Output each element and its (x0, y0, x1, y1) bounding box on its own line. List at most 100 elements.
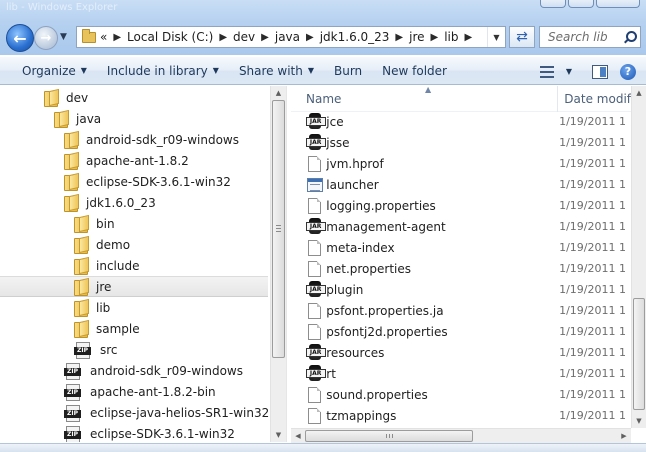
jar-icon (305, 365, 326, 382)
search-box[interactable] (539, 26, 641, 48)
address-bar[interactable]: « ▶ Local Disk (C:) ▶ dev ▶ java ▶ jdk1.… (76, 26, 506, 48)
tree-item[interactable]: jdk1.6.0_23 (0, 192, 268, 213)
file-date: 1/19/2011 1 (559, 262, 626, 275)
scroll-down-arrow-icon[interactable]: ▼ (271, 428, 286, 442)
tree-item[interactable]: apache-ant-1.8.2 (0, 150, 268, 171)
file-row[interactable]: meta-index 1/19/2011 1 (291, 237, 626, 258)
file-row[interactable]: jce 1/19/2011 1 (291, 111, 626, 132)
tree-item[interactable]: bin (0, 213, 268, 234)
column-name-header[interactable]: ▲ Name (291, 86, 557, 112)
file-date: 1/19/2011 1 (559, 304, 626, 317)
tree-item[interactable]: demo (0, 234, 268, 255)
recent-pages-button[interactable]: ▼ (60, 32, 67, 42)
tree-item[interactable]: eclipse-SDK-3.6.1-win32 (0, 423, 268, 442)
folder-icon (82, 28, 96, 43)
share-with-button[interactable]: Share with ▼ (229, 59, 324, 83)
doc-icon (308, 155, 322, 172)
tree-item[interactable]: eclipse-java-helios-SR1-win32 (0, 402, 269, 423)
file-date: 1/19/2011 1 (559, 199, 626, 212)
change-view-button[interactable]: ▼ (536, 60, 576, 84)
scroll-up-arrow-icon[interactable]: ▲ (632, 86, 646, 100)
breadcrumb-lib[interactable]: lib (444, 30, 458, 44)
breadcrumb-java[interactable]: java (275, 30, 300, 44)
preview-pane-icon[interactable] (592, 64, 608, 79)
file-row[interactable]: management-agent 1/19/2011 1 (291, 216, 626, 237)
file-row[interactable]: rt 1/19/2011 1 (291, 363, 626, 384)
file-row[interactable]: psfont.properties.ja 1/19/2011 1 (291, 300, 626, 321)
chevron-right-icon[interactable]: ▶ (306, 32, 314, 43)
tree-item[interactable]: eclipse-SDK-3.6.1-win32 (0, 171, 268, 192)
help-icon[interactable]: ? (620, 63, 636, 80)
file-date: 1/19/2011 1 (559, 115, 626, 128)
new-folder-button[interactable]: New folder (372, 59, 457, 83)
refresh-button[interactable]: ⇄ (509, 26, 535, 48)
file-row[interactable]: resources 1/19/2011 1 (291, 342, 626, 363)
file-row[interactable]: logging.properties 1/19/2011 1 (291, 195, 626, 216)
tree-item[interactable]: src (0, 339, 268, 360)
breadcrumb-jre[interactable]: jre (409, 30, 424, 44)
maximize-button[interactable] (568, 0, 594, 8)
forward-button[interactable]: → (34, 26, 58, 50)
file-icon-cell (291, 323, 326, 340)
file-date: 1/19/2011 1 (559, 157, 626, 170)
navigation-scrollbar[interactable]: ▲ ▼ (270, 86, 286, 442)
tree-item[interactable]: jre (0, 276, 268, 297)
file-row[interactable]: jvm.hprof 1/19/2011 1 (291, 153, 626, 174)
tree-item-label: include (96, 258, 140, 273)
breadcrumb-dev[interactable]: dev (233, 30, 255, 44)
folder-icon (74, 321, 88, 338)
chevron-right-icon: ▶ (113, 31, 122, 43)
scroll-left-arrow-icon[interactable]: ◀ (291, 429, 305, 443)
pane-splitter[interactable] (286, 86, 290, 442)
search-input[interactable] (548, 30, 624, 44)
organize-button[interactable]: Organize ▼ (12, 59, 97, 83)
tree-item[interactable]: android-sdk_r09-windows (0, 360, 268, 381)
scroll-down-arrow-icon[interactable]: ▼ (632, 414, 646, 428)
breadcrumb-jdk[interactable]: jdk1.6.0_23 (320, 30, 390, 44)
file-row[interactable]: net.properties 1/19/2011 1 (291, 258, 626, 279)
chevron-right-icon[interactable]: ▶ (261, 32, 269, 43)
tree-item[interactable]: include (0, 255, 268, 276)
search-icon[interactable] (624, 31, 637, 43)
chevron-right-icon[interactable]: ▶ (219, 32, 227, 43)
chevron-down-icon: ▼ (565, 67, 572, 76)
file-row[interactable]: jsse 1/19/2011 1 (291, 132, 626, 153)
column-date-header[interactable]: Date modif (557, 86, 631, 112)
file-row[interactable]: psfontj2d.properties 1/19/2011 1 (291, 321, 626, 342)
tree-item[interactable]: lib (0, 297, 268, 318)
minimize-button[interactable] (540, 0, 566, 8)
scroll-thumb[interactable] (305, 430, 473, 442)
address-dropdown-button[interactable]: ▼ (487, 27, 505, 47)
folder-icon (74, 258, 88, 275)
tree-item[interactable]: sample (0, 318, 268, 339)
file-list-horizontal-scrollbar[interactable]: ◀ ▶ (291, 428, 631, 443)
tree-item-label: demo (96, 237, 131, 252)
tree-item-label: dev (66, 90, 89, 105)
folder-icon (64, 174, 78, 191)
file-row[interactable]: launcher 1/19/2011 1 (291, 174, 626, 195)
address-overflow[interactable]: « (100, 30, 107, 44)
burn-button[interactable]: Burn (324, 59, 372, 83)
chevron-right-icon[interactable]: ▶ (395, 32, 403, 43)
file-row[interactable]: plugin 1/19/2011 1 (291, 279, 626, 300)
file-icon-cell (291, 134, 326, 151)
tree-item[interactable]: android-sdk_r09-windows (0, 129, 268, 150)
tree-item[interactable]: apache-ant-1.8.2-bin (0, 381, 268, 402)
tree-item[interactable]: java (0, 108, 268, 129)
include-in-library-button[interactable]: Include in library ▼ (97, 59, 229, 83)
scroll-right-arrow-icon[interactable]: ▶ (617, 429, 631, 443)
close-button[interactable] (596, 0, 640, 8)
file-list-vertical-scrollbar[interactable]: ▲ ▼ (631, 86, 646, 428)
chevron-right-icon[interactable]: ▶ (465, 32, 473, 43)
breadcrumb-local-disk[interactable]: Local Disk (C:) (127, 30, 213, 44)
file-row[interactable]: sound.properties 1/19/2011 1 (291, 384, 626, 405)
chevron-right-icon[interactable]: ▶ (431, 32, 439, 43)
scroll-thumb[interactable] (633, 298, 645, 410)
scroll-up-arrow-icon[interactable]: ▲ (271, 86, 286, 100)
scroll-thumb[interactable] (272, 100, 285, 358)
organize-label: Organize (22, 63, 76, 78)
jar-icon (305, 344, 326, 361)
tree-item[interactable]: dev (0, 87, 268, 108)
file-row[interactable]: tzmappings 1/19/2011 1 (291, 405, 626, 426)
back-button[interactable]: ← (6, 24, 34, 52)
